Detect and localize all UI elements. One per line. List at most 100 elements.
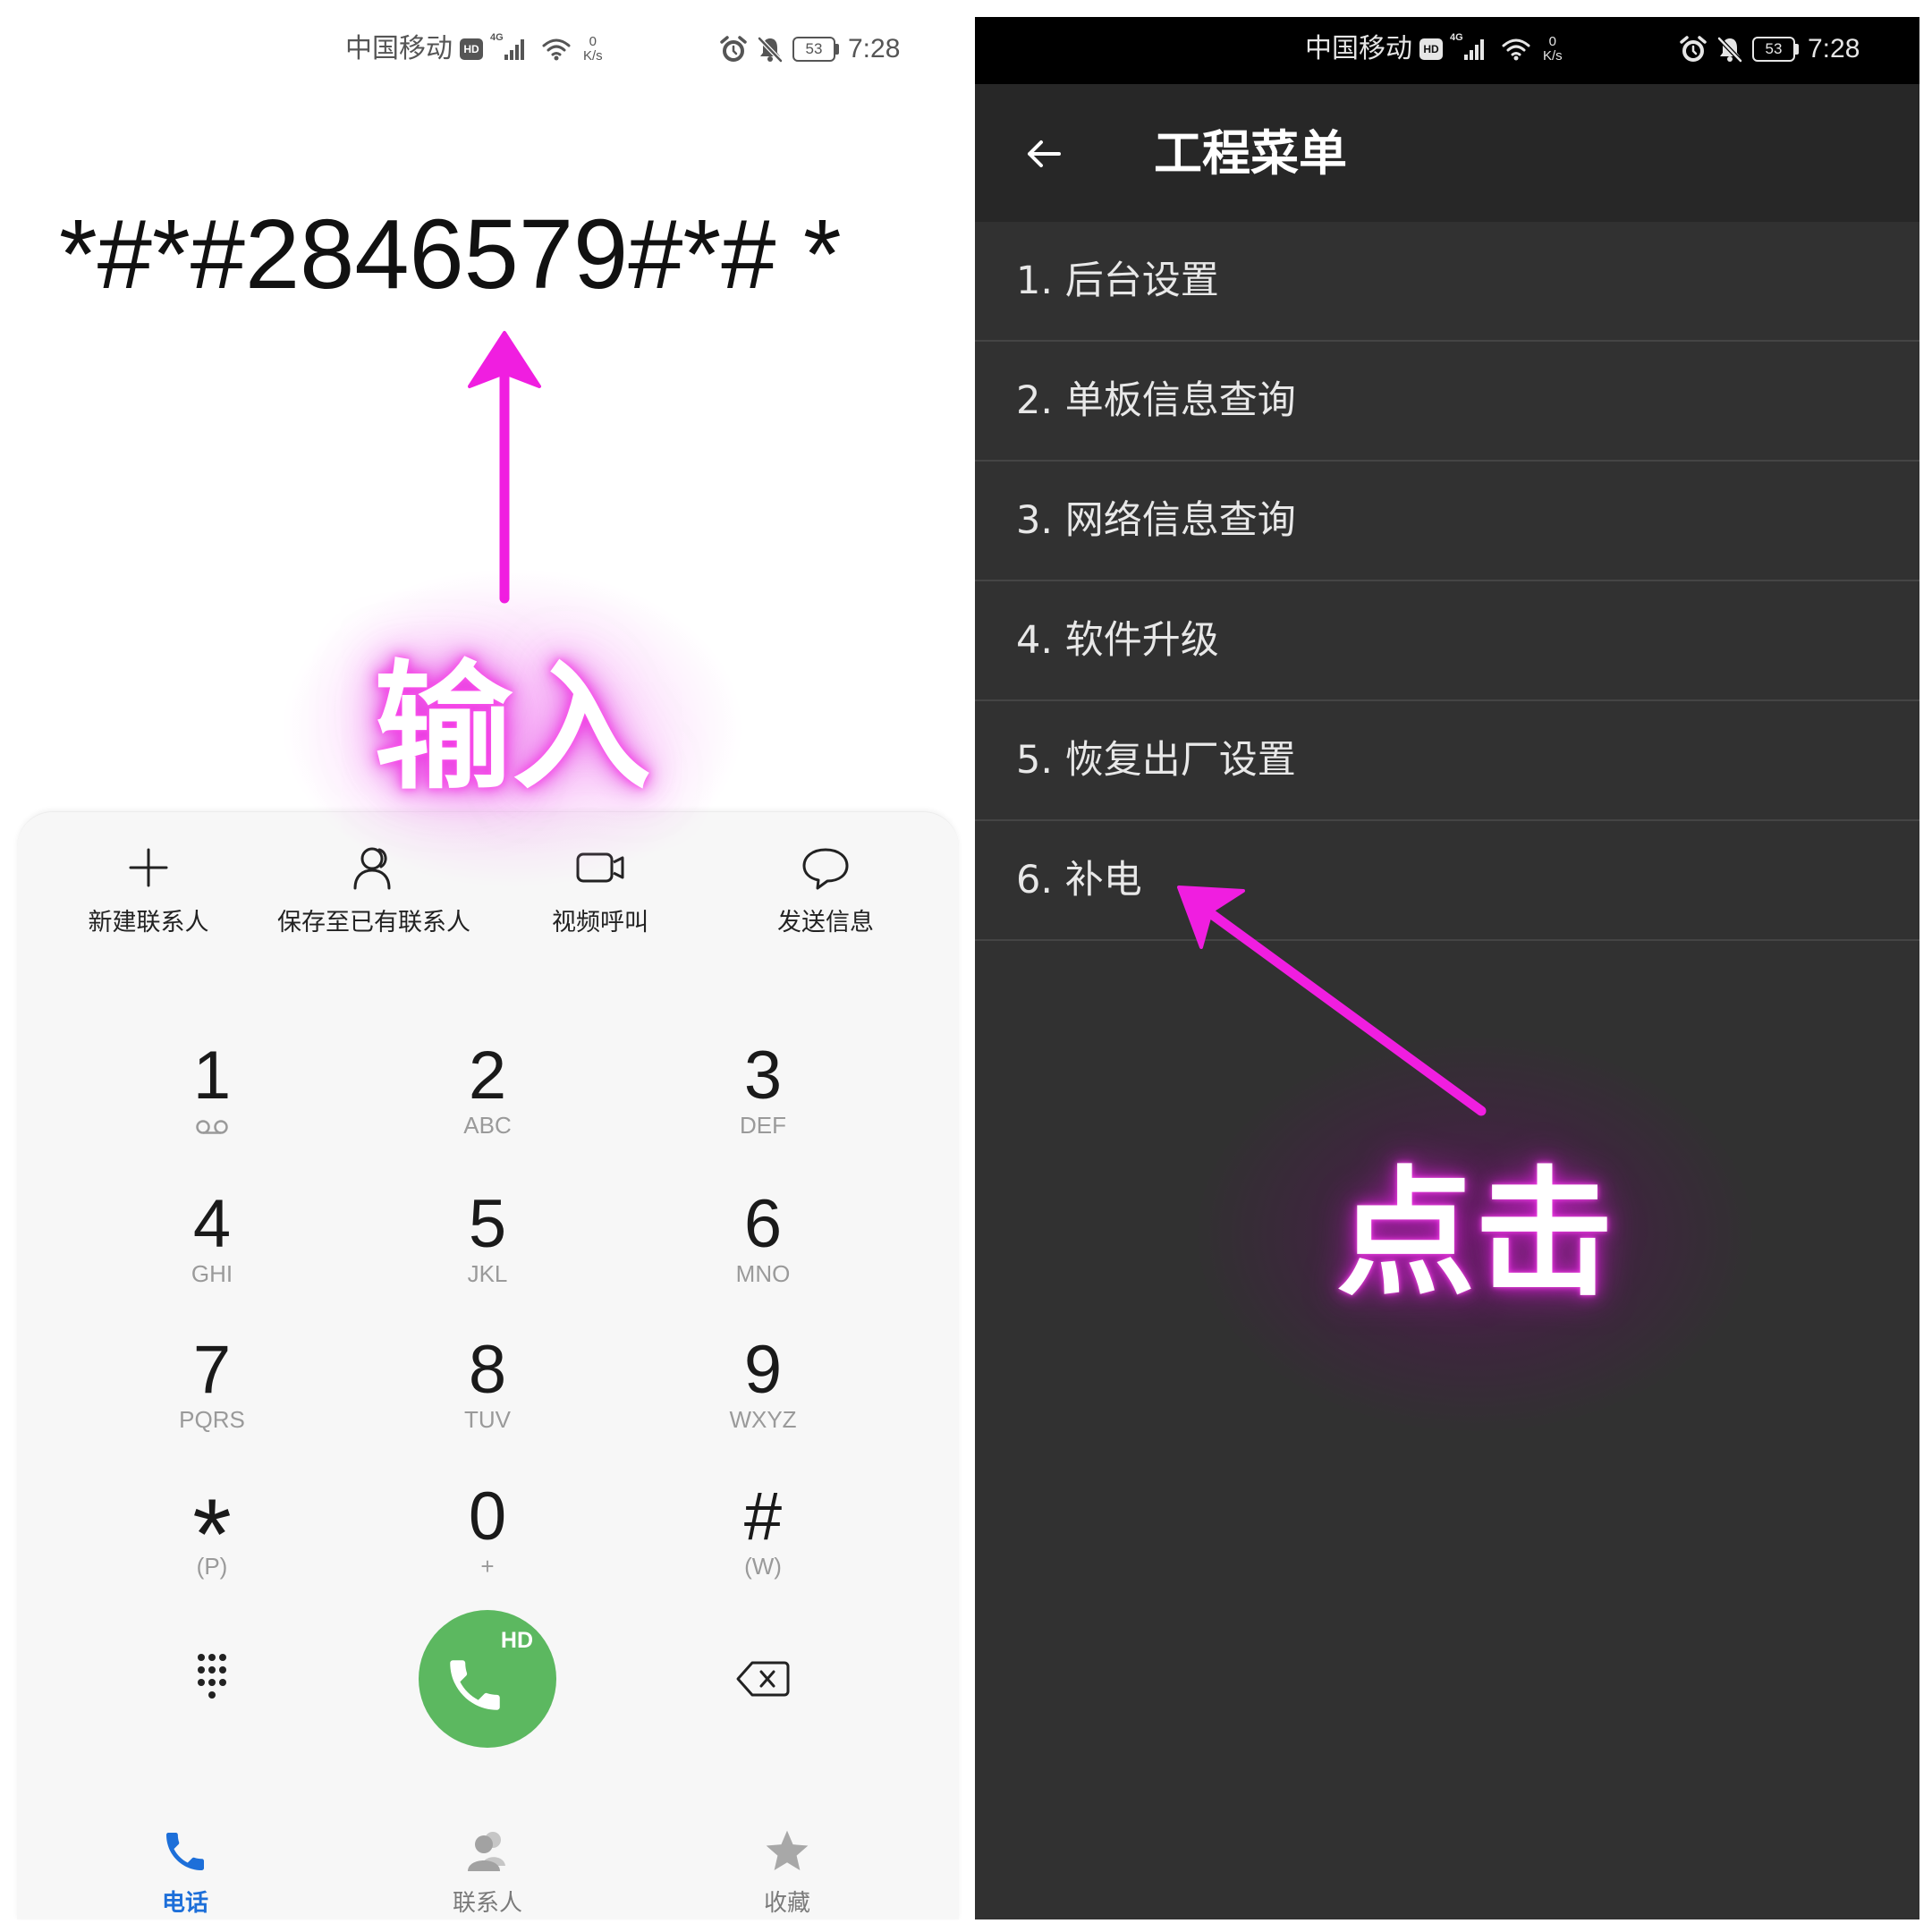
status-bar-left-info: 中国移动 HD 4G 0 K/s: [345, 30, 603, 69]
key-digit: #: [743, 1479, 783, 1555]
key-digit: 0: [468, 1479, 507, 1555]
speed-value: 0: [589, 34, 597, 49]
annotation-click-label: 点击: [1336, 1153, 1614, 1315]
nav-label: 联系人: [452, 1890, 522, 1917]
mute-bell-icon: [1717, 37, 1742, 63]
action-label: 视频呼叫: [552, 909, 648, 936]
network-speed: 0 K/s: [1543, 35, 1563, 64]
key-star[interactable]: * (P): [105, 1477, 319, 1602]
engineering-menu-screen: 中国移动 HD 4G 0 K/s 53 7:28 工程菜单 1. 后台设置 2.…: [975, 17, 1919, 1919]
mute-bell-icon: [758, 37, 783, 63]
action-label: 保存至已有联系人: [277, 909, 470, 936]
dialpad-icon[interactable]: [185, 1650, 239, 1707]
speed-unit: K/s: [583, 48, 603, 64]
person-icon: [353, 847, 391, 890]
alarm-icon: [720, 36, 747, 62]
battery-nub: [1795, 44, 1799, 55]
phone-icon: [166, 1833, 204, 1870]
key-digit: 5: [468, 1186, 507, 1262]
key-1[interactable]: 1: [105, 1036, 319, 1161]
key-sub: ABC: [463, 1112, 512, 1139]
network-speed: 0 K/s: [583, 35, 603, 64]
carrier-name: 中国移动: [1305, 33, 1412, 64]
battery-level: 53: [792, 37, 835, 62]
key-hash[interactable]: # (W): [656, 1477, 870, 1602]
call-button[interactable]: HD: [419, 1610, 556, 1748]
key-3[interactable]: 3 DEF: [656, 1036, 870, 1161]
menu-item-factory-reset[interactable]: 5. 恢复出厂设置: [975, 701, 1919, 821]
network-signal: 4G: [490, 32, 531, 63]
menu-item-background-settings[interactable]: 1. 后台设置: [975, 222, 1919, 342]
new-contact-button[interactable]: 新建联系人: [32, 841, 265, 939]
network-signal: 4G: [1450, 32, 1491, 63]
key-digit: 1: [192, 1038, 232, 1114]
key-8[interactable]: 8 TUV: [380, 1330, 595, 1455]
status-bar-left-system: 53 7:28: [719, 30, 900, 69]
key-2[interactable]: 2 ABC: [380, 1036, 595, 1161]
carrier-name: 中国移动: [345, 33, 453, 64]
key-7[interactable]: 7 PQRS: [105, 1330, 319, 1455]
menu-item-board-info[interactable]: 2. 单板信息查询: [975, 342, 1919, 462]
wifi-icon: [1502, 38, 1530, 61]
key-sub: JKL: [467, 1260, 508, 1287]
status-time: 7:28: [1808, 34, 1860, 64]
action-label: 新建联系人: [88, 909, 209, 936]
key-digit: *: [192, 1479, 232, 1590]
key-digit: 9: [743, 1332, 783, 1408]
alarm-icon: [1680, 36, 1707, 62]
engineering-menu-list: 1. 后台设置 2. 单板信息查询 3. 网络信息查询 4. 软件升级 5. 恢…: [975, 222, 1919, 941]
signal-icon: [504, 39, 524, 60]
key-sub: +: [480, 1553, 495, 1580]
menu-toolbar: 工程菜单: [975, 84, 1919, 222]
save-to-existing-contact-button[interactable]: 保存至已有联系人: [258, 841, 490, 939]
nav-tab-contacts[interactable]: 联系人: [398, 1826, 577, 1919]
send-message-button[interactable]: 发送信息: [709, 841, 942, 939]
status-time: 7:28: [848, 34, 901, 64]
speed-value: 0: [1548, 34, 1557, 49]
menu-item-network-info[interactable]: 3. 网络信息查询: [975, 462, 1919, 581]
key-digit: 4: [192, 1186, 232, 1262]
key-4[interactable]: 4 GHI: [105, 1184, 319, 1309]
star-icon: [766, 1830, 809, 1870]
battery-nub: [835, 44, 839, 55]
speed-unit: K/s: [1543, 48, 1563, 64]
page-title: 工程菜单: [1154, 125, 1347, 182]
video-call-icon: [576, 852, 624, 883]
key-9[interactable]: 9 WXYZ: [656, 1330, 870, 1455]
menu-item-battery-calibration[interactable]: 6. 补电: [975, 821, 1919, 941]
nav-tab-phone[interactable]: 电话: [96, 1826, 275, 1919]
key-digit: 8: [468, 1332, 507, 1408]
back-arrow-icon[interactable]: [1021, 131, 1066, 176]
video-call-button[interactable]: 视频呼叫: [484, 841, 716, 939]
backspace-icon[interactable]: [734, 1659, 792, 1699]
key-5[interactable]: 5 JKL: [380, 1184, 595, 1309]
key-0[interactable]: 0 +: [380, 1477, 595, 1602]
battery-icon: 53: [792, 37, 839, 62]
battery-level: 53: [1752, 37, 1795, 62]
nav-label: 电话: [161, 1890, 208, 1917]
annotation-arrow-to-number: [468, 331, 541, 604]
menu-item-software-upgrade[interactable]: 4. 软件升级: [975, 581, 1919, 701]
phone-icon: [450, 1660, 500, 1710]
message-icon: [802, 848, 849, 890]
key-sub: TUV: [464, 1406, 511, 1433]
battery-icon: 53: [1752, 37, 1799, 62]
nav-tab-favorites[interactable]: 收藏: [698, 1826, 877, 1919]
dialed-number-display[interactable]: *#*#2846579#*# *: [59, 201, 842, 309]
wifi-icon: [542, 38, 571, 61]
contacts-icon: [468, 1832, 505, 1871]
status-bar-right-info: 中国移动 HD 4G 0 K/s: [1305, 30, 1563, 69]
key-digit: 2: [468, 1038, 507, 1114]
key-sub: WXYZ: [729, 1406, 797, 1433]
nav-label: 收藏: [763, 1890, 810, 1917]
plus-icon: [129, 848, 168, 887]
action-label: 发送信息: [777, 909, 874, 936]
key-digit: 6: [743, 1186, 783, 1262]
key-digit: 7: [192, 1332, 232, 1408]
key-sub: MNO: [735, 1260, 791, 1287]
key-sub: DEF: [740, 1112, 786, 1139]
key-digit: 3: [743, 1038, 783, 1114]
voicemail-icon: [196, 1120, 228, 1134]
annotation-input-label: 输入: [374, 647, 651, 809]
key-6[interactable]: 6 MNO: [656, 1184, 870, 1309]
